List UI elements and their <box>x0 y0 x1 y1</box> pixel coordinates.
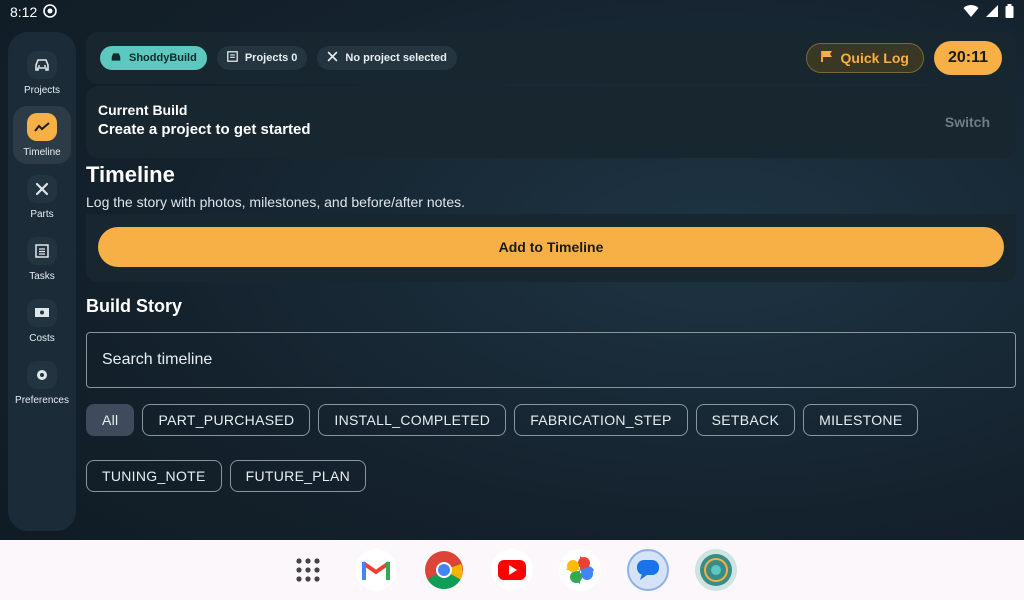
rail-label: Projects <box>23 84 61 96</box>
trend-icon <box>27 112 57 141</box>
rail-item-preferences[interactable]: Preferences <box>13 354 71 412</box>
filter-chip-setback[interactable]: SETBACK <box>695 404 796 436</box>
project-status-label: No project selected <box>345 52 447 64</box>
battery-icon <box>1005 3 1014 21</box>
rail-label: Timeline <box>23 146 61 158</box>
quick-log-label: Quick Log <box>840 50 909 66</box>
filter-chip-install-completed[interactable]: INSTALL_COMPLETED <box>318 404 507 436</box>
list-icon <box>27 236 57 265</box>
filter-chip-milestone[interactable]: MILESTONE <box>803 404 919 436</box>
rail-label: Preferences <box>15 394 69 406</box>
gmail-icon[interactable] <box>355 549 397 591</box>
youtube-icon[interactable] <box>491 549 533 591</box>
filter-chip-all[interactable]: All <box>86 404 135 436</box>
brand-label: ShoddyBuild <box>129 52 197 64</box>
section-title: Build Story <box>86 296 183 316</box>
wifi-icon <box>963 4 979 21</box>
page-title: Timeline <box>86 162 175 187</box>
clock-badge[interactable]: 20:11 <box>933 41 1002 75</box>
chrome-icon[interactable] <box>423 549 465 591</box>
projects-count: Projects 0 <box>244 52 298 64</box>
filter-chip-part-purchased[interactable]: PART_PURCHASED <box>142 404 311 436</box>
current-build-card: Current Build Create a project to get st… <box>86 86 1016 158</box>
car-icon <box>110 52 122 65</box>
cash-icon <box>27 298 57 327</box>
navigation-rail: Projects Timeline Parts Tasks Costs Pref… <box>8 32 76 531</box>
search-input[interactable]: Search timeline <box>86 332 1016 388</box>
rail-item-costs[interactable]: Costs <box>13 292 71 350</box>
filter-row: TUNING_NOTE FUTURE_PLAN <box>86 460 1016 492</box>
project-status-chip[interactable]: No project selected <box>317 46 457 70</box>
list-icon <box>226 51 238 65</box>
tools-icon <box>27 174 57 203</box>
add-panel: Add to Timeline <box>86 214 1016 282</box>
filter-chip-future-plan[interactable]: FUTURE_PLAN <box>229 460 367 492</box>
search-placeholder: Search timeline <box>102 351 213 368</box>
app-drawer-icon[interactable] <box>287 549 329 591</box>
current-build-label: Current Build <box>98 102 188 118</box>
flag-icon <box>820 50 833 66</box>
top-bar: ShoddyBuild Projects 0 No project select… <box>86 32 1016 84</box>
brand-chip[interactable]: ShoddyBuild <box>100 46 207 70</box>
rail-label: Tasks <box>29 270 55 282</box>
current-build-value: Create a project to get started <box>98 121 311 138</box>
timeline-header: Timeline Log the story with photos, mile… <box>86 162 465 210</box>
app-dock <box>0 540 1024 600</box>
filter-chips: All PART_PURCHASED INSTALL_COMPLETED FAB… <box>86 404 1016 516</box>
switch-button[interactable]: Switch <box>945 114 990 130</box>
page-subtitle: Log the story with photos, milestones, a… <box>86 194 465 210</box>
rail-item-projects[interactable]: Projects <box>13 44 71 102</box>
signal-icon <box>985 4 999 21</box>
messages-icon[interactable] <box>627 549 669 591</box>
projects-chip[interactable]: Projects 0 <box>216 46 308 70</box>
settings-status-icon <box>43 3 58 21</box>
rail-item-parts[interactable]: Parts <box>13 168 71 226</box>
rail-item-timeline[interactable]: Timeline <box>13 106 71 164</box>
quick-log-button[interactable]: Quick Log <box>805 43 924 73</box>
filter-chip-tuning-note[interactable]: TUNING_NOTE <box>86 460 222 492</box>
tools-icon <box>327 51 338 65</box>
filter-chip-fabrication-step[interactable]: FABRICATION_STEP <box>514 404 688 436</box>
photos-icon[interactable] <box>559 549 601 591</box>
car-icon <box>27 50 57 79</box>
status-bar: 8:12 <box>0 0 1024 24</box>
rail-label: Parts <box>30 208 54 220</box>
rail-item-tasks[interactable]: Tasks <box>13 230 71 288</box>
filter-row: All PART_PURCHASED INSTALL_COMPLETED FAB… <box>86 404 1016 436</box>
shoddybuild-app-icon[interactable] <box>695 549 737 591</box>
add-to-timeline-button[interactable]: Add to Timeline <box>98 227 1004 267</box>
gear-icon <box>27 360 57 389</box>
rail-label: Costs <box>29 332 55 344</box>
status-time: 8:12 <box>10 4 38 20</box>
